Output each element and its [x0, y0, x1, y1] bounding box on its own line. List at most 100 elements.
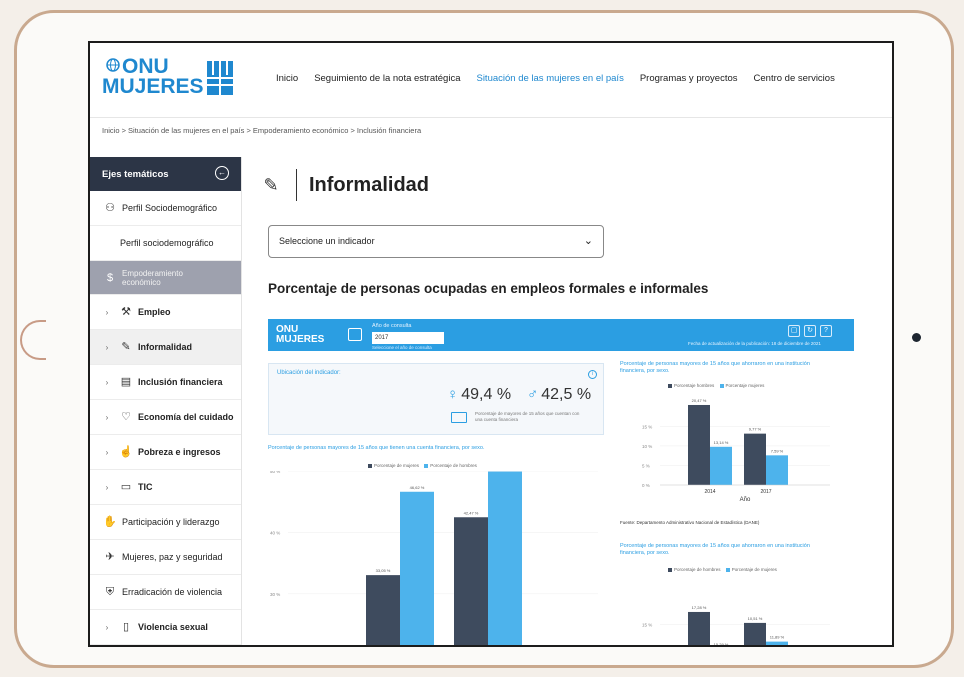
data-label: 9,77 % [749, 427, 762, 432]
sidebar-item-empoderamiento[interactable]: $ Empoderamiento económico [90, 261, 241, 295]
data-label: 11,89 % [770, 635, 785, 640]
update-note: Fecha de actualización de la publicación… [688, 341, 821, 346]
refresh-icon[interactable]: ↻ [804, 325, 816, 337]
dashboard-logo: ONU MUJERES [276, 325, 324, 345]
year-note: Seleccione el año de consulta [372, 345, 432, 350]
woman-icon: ♀ [447, 386, 459, 403]
logo-line2: MUJERES [102, 75, 204, 98]
sidebar-item-pobreza[interactable]: › ☝ Pobreza e ingresos [90, 435, 241, 470]
sidebar-item-tic[interactable]: › ▭ TIC [90, 470, 241, 505]
data-label: 7,59 % [771, 448, 784, 453]
nav-centro-servicios[interactable]: Centro de servicios [754, 73, 835, 84]
data-label: 10,51 % [748, 616, 763, 621]
data-label: 33,05 % [376, 568, 391, 573]
sidebar-item-violencia[interactable]: ⛨ Erradicación de violencia [90, 575, 241, 610]
sidebar-item-label: Informalidad [138, 342, 193, 352]
x-axis-label: Año [740, 497, 751, 503]
bar [710, 446, 732, 485]
sidebar-item-empleo[interactable]: › ⚒ Empleo [90, 295, 241, 330]
bar [688, 404, 710, 485]
chevron-right-icon: › [105, 342, 109, 352]
nav-programas[interactable]: Programas y proyectos [640, 73, 738, 84]
sidebar-title: Ejes temáticos [102, 168, 169, 180]
page-title: Informalidad [309, 173, 430, 196]
sidebar-item-informalidad[interactable]: › ✎ Informalidad [90, 330, 241, 365]
legend-item: Porcentaje de mujeres [731, 567, 777, 572]
chart1-title: Porcentaje de personas mayores de 15 año… [268, 445, 485, 451]
credit-card-icon [451, 412, 467, 423]
dollar-icon: $ [106, 271, 114, 284]
chart3-svg: 15 %10 %17,28 %15,29 %10,51 %11,89 % [642, 605, 830, 645]
chevron-right-icon: › [105, 482, 109, 492]
man-icon: ♂ [527, 386, 539, 403]
chevron-right-icon: › [105, 447, 109, 457]
y-tick-label: 50 % [270, 471, 280, 474]
embedded-dashboard: ONU MUJERES Año de consulta 2017 Selecci… [268, 319, 854, 645]
shield-hand-icon: ⛨ [105, 586, 115, 598]
sidebar-item-label: Erradicación de violencia [122, 587, 223, 597]
sidebar-item-label: Perfil Sociodemográfico [122, 203, 218, 213]
sidebar-item-label: TIC [138, 482, 153, 492]
bar [400, 491, 434, 645]
bar [744, 622, 766, 645]
bar [488, 471, 522, 645]
data-label: 46,62 % [410, 485, 425, 490]
bar [766, 641, 788, 645]
info-icon[interactable]: ? [820, 325, 832, 337]
tablet-home-sensor [912, 333, 921, 342]
nav-nota-estrategica[interactable]: Seguimiento de la nota estratégica [314, 73, 460, 84]
chevron-right-icon: › [105, 377, 109, 387]
breadcrumb[interactable]: Inicio > Situación de las mujeres en el … [102, 126, 421, 135]
bar [744, 433, 766, 485]
bookmark-icon[interactable]: ▢ [788, 325, 800, 337]
x-tick-label: 2014 [704, 489, 715, 495]
indicator-select[interactable]: Seleccione un indicador ⌄ [268, 225, 604, 258]
sidebar-item-cuidado[interactable]: › ♡ Economía del cuidado [90, 400, 241, 435]
sidebar-item-participacion[interactable]: ✋ Participación y liderazgo [90, 505, 241, 540]
y-tick-label: 15 % [642, 623, 652, 628]
globe-icon [106, 58, 120, 72]
chart3-legend: Porcentaje de hombres Porcentaje de muje… [668, 567, 777, 572]
kpi-card: Ubicación del indicador: i ♀ 49,4 % ♂ 42,5… [268, 363, 604, 435]
chart1-svg: 50 %40 %30 %33,05 %46,62 %42,47 %49,91 % [270, 471, 598, 645]
sidebar-item-label: Economía del cuidado [138, 412, 234, 422]
nav-inicio[interactable]: Inicio [276, 73, 298, 84]
site-header: ONU MUJERES Inicio Seguimiento de la not… [90, 43, 892, 118]
document-icon: ▯ [122, 621, 130, 633]
year-label: Año de consulta [372, 323, 412, 329]
people-icon: ⚇ [105, 202, 115, 214]
legend-item: Porcentaje de mujeres [374, 463, 420, 468]
year-select[interactable]: 2017 [372, 332, 444, 344]
onu-mujeres-logo[interactable]: ONU MUJERES [102, 56, 237, 101]
back-arrow-icon[interactable]: ← [215, 166, 229, 180]
dashboard-toolbar: ONU MUJERES Año de consulta 2017 Selecci… [268, 319, 854, 351]
x-tick-label: 2017 [760, 489, 771, 495]
money-icon: ▤ [120, 376, 132, 388]
dashboard-logo-line2: MUJERES [276, 334, 325, 345]
sidebar-item-perfil[interactable]: ⚇ Perfil Sociodemográfico [90, 191, 241, 226]
sidebar-item-inclusion[interactable]: › ▤ Inclusión financiera [90, 365, 241, 400]
nav-situacion-mujeres[interactable]: Situación de las mujeres en el país [476, 73, 623, 84]
sidebar-item-perfil-sub[interactable]: Perfil sociodemográfico [90, 226, 241, 261]
info-icon[interactable]: i [588, 370, 597, 379]
chart2-source: Fuente: Departamento Administrativo Naci… [620, 520, 760, 525]
sidebar-item-label: Empleo [138, 307, 171, 317]
dashboard-buttons: ▢ ↻ ? [788, 325, 832, 337]
chart2-title: Porcentaje de personas mayores de 15 año… [620, 361, 810, 374]
clipboard-icon: ✎ [121, 341, 131, 353]
legend-item: Porcentaje de hombres [674, 567, 721, 572]
legend-item: Porcentaje de hombres [430, 463, 477, 468]
kpi-men: ♂ 42,5 % [527, 386, 591, 404]
browser-screen: ONU MUJERES Inicio Seguimiento de la not… [88, 41, 894, 647]
year-select-value: 2017 [375, 335, 389, 341]
section-heading: Porcentaje de personas ocupadas en emple… [268, 281, 709, 296]
sidebar-item-label: Perfil sociodemográfico [120, 238, 214, 248]
sidebar-item-label: Inclusión financiera [138, 377, 223, 387]
page-title-row: ✎ Informalidad [260, 165, 429, 205]
data-label: 13,14 % [714, 440, 729, 445]
sidebar-item-violencia-sexual[interactable]: › ▯ Violencia sexual [90, 610, 241, 645]
sidebar-item-paz[interactable]: ✈ Mujeres, paz y seguridad [90, 540, 241, 575]
legend-item: Porcentaje hombres [674, 383, 715, 388]
bar [766, 455, 788, 485]
bar [366, 575, 400, 645]
